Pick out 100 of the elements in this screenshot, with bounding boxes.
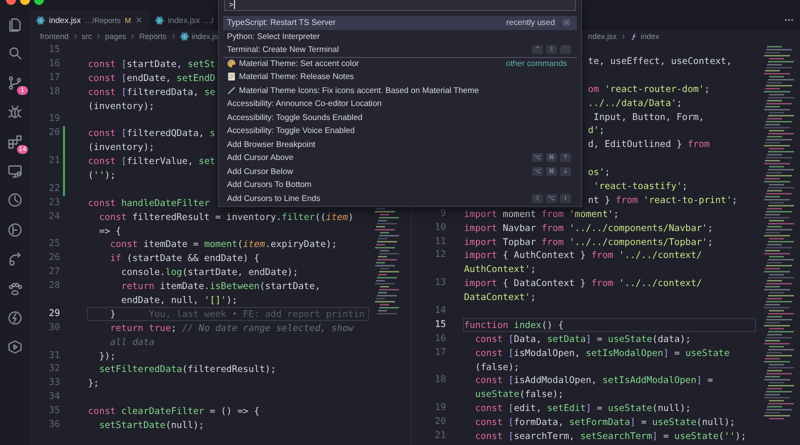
code-line: DataContext'; (464, 291, 536, 304)
command-item[interactable]: Material Theme Icons: Fix icons accent. Based on Material Theme (223, 84, 577, 97)
code-line: import Navbar from '../../components/Navbar'; (464, 222, 713, 234)
code-line: (false); (474, 360, 520, 372)
react-icon (36, 16, 45, 24)
code-line: (inventory); (88, 100, 154, 112)
window-controls-drawing (6, 0, 46, 5)
code-line: const [filteredQData, s (88, 127, 216, 140)
line-number: 22 (48, 182, 60, 196)
code-line: => { (98, 224, 122, 236)
line-number: 12 (434, 248, 446, 262)
line-number: 19 (434, 401, 446, 416)
code-line: useState(false); (474, 388, 564, 400)
source-control-icon[interactable] (7, 74, 23, 91)
lightning-icon[interactable] (7, 310, 23, 326)
code-line: Input, Button, Form, (592, 110, 704, 122)
code-line: if (startDate && endDate) { (109, 252, 260, 264)
search-icon[interactable] (7, 45, 23, 62)
code-line: 'react-toastify'; (592, 180, 688, 192)
react-icon (180, 32, 189, 41)
command-item[interactable]: Accessibility: Toggle Sounds Enabled (223, 110, 577, 124)
code-line: ../../data/Data'; (588, 96, 682, 109)
code-line: }; (88, 377, 100, 390)
play-icon[interactable] (7, 339, 23, 356)
line-number: 21 (48, 154, 60, 168)
notepad-icon (227, 72, 236, 82)
code-line: import { AuthContext } from '../../context/ (464, 249, 702, 262)
line-number: 19 (48, 112, 60, 126)
code-line: const [startDate, setSt (88, 58, 216, 70)
settings-icon[interactable] (562, 18, 571, 28)
function-icon (630, 32, 638, 40)
share-icon[interactable] (7, 251, 23, 268)
bug-icon[interactable] (7, 104, 23, 120)
files-icon[interactable] (7, 16, 23, 32)
code-line: setStartDate(null); (98, 419, 204, 431)
code-line: import Topbar from '../../components/Topbar'; (464, 236, 713, 248)
line-number: 21 (434, 429, 446, 443)
line-number: 29 (48, 306, 60, 321)
line-number: 17 (434, 346, 446, 360)
code-line: const [edit, setEdit] = useState(null); (474, 402, 691, 414)
line-number: 35 (48, 404, 60, 418)
line-number: 20 (48, 126, 60, 140)
code-line: os'; (588, 166, 610, 178)
command-item[interactable]: Add Cursors To Bottom (223, 178, 577, 192)
branch-circle-icon[interactable] (7, 222, 23, 238)
chevron-icon (72, 33, 79, 40)
chevron-icon (95, 33, 102, 40)
code-line: nt } from 'react-to-print'; (588, 194, 738, 206)
code-line: om 'react-router-dom'; (588, 82, 710, 95)
code-line: import { DataContext } from '../../context/ (464, 277, 702, 290)
line-number: 16 (48, 56, 60, 71)
code-line: const [isModalOpen, setIsModalOpen] = useState (474, 346, 730, 359)
chevron-icon (129, 33, 136, 40)
line-number: 18 (48, 84, 60, 99)
code-line: const [filteredData, se (88, 86, 216, 98)
command-item[interactable]: Accessibility: Announce Co-editor Location (223, 97, 577, 110)
line-number: 27 (48, 265, 60, 280)
code-line: AuthContext'; (464, 263, 536, 276)
line-number: 10 (434, 220, 446, 235)
code-line: console.log(startDate, endDate); (120, 266, 298, 278)
paw-icon[interactable] (7, 280, 23, 297)
command-item[interactable]: Material Theme: Release Notes (223, 70, 577, 84)
line-number: 30 (48, 320, 60, 335)
line-number: 16 (434, 332, 446, 346)
code-line: const itemDate = moment(item.expiryDate); (109, 238, 337, 250)
code-line: import moment from 'moment'; (464, 208, 619, 220)
line-number: 24 (48, 210, 60, 224)
line-number: 32 (48, 362, 60, 376)
code-line: const [filterValue, set (88, 155, 216, 168)
command-item[interactable]: Accessibility: Toggle Voice Enabled (223, 124, 577, 138)
code-line: const [isAddModalOpen, setIsAddModalOpen] = (474, 374, 713, 386)
paint-palette-icon (227, 59, 236, 68)
line-number: 31 (48, 348, 60, 362)
react-icon (154, 16, 164, 24)
close-icon[interactable] (134, 16, 143, 24)
code-line: return true; // No date range selected, show (109, 322, 354, 334)
command-item[interactable]: Add Browser Breakpoint (223, 138, 577, 151)
code-line: }); (98, 350, 116, 362)
command-item[interactable]: TypeScript: Restart TS Server recently used (223, 16, 577, 30)
code-line: all data (109, 336, 154, 348)
line-number: 20 (434, 415, 446, 430)
blame-annotation: You, last week • FE: add report printin (148, 308, 365, 320)
line-number: 17 (48, 70, 60, 85)
code-line: te, useEffect, useContext, (588, 55, 732, 67)
code-line: const filteredResult = inventory.filter((item) (98, 210, 354, 223)
code-line: const clearDateFilter = () => { (88, 405, 260, 418)
code-line: const handleDateFilter (88, 196, 210, 209)
line-number: 18 (434, 373, 446, 388)
code-line: d, EditOutlined } from (588, 138, 710, 150)
line-number: 25 (48, 237, 60, 252)
command-item[interactable]: Python: Select Interpreter (223, 30, 577, 43)
code-line: const [Data, setData] = useState(data); (474, 332, 691, 345)
line-number: 33 (48, 376, 60, 390)
command-item[interactable]: Material Theme: Set accent color other commands (223, 56, 577, 70)
line-number: 13 (434, 276, 446, 290)
line-number: 9 (439, 206, 446, 221)
code-line: const [formData, setFormData] = useState(null); (474, 416, 736, 428)
line-number: 11 (434, 234, 446, 248)
monitor-icon[interactable] (7, 162, 23, 179)
line-number: 36 (48, 418, 60, 432)
